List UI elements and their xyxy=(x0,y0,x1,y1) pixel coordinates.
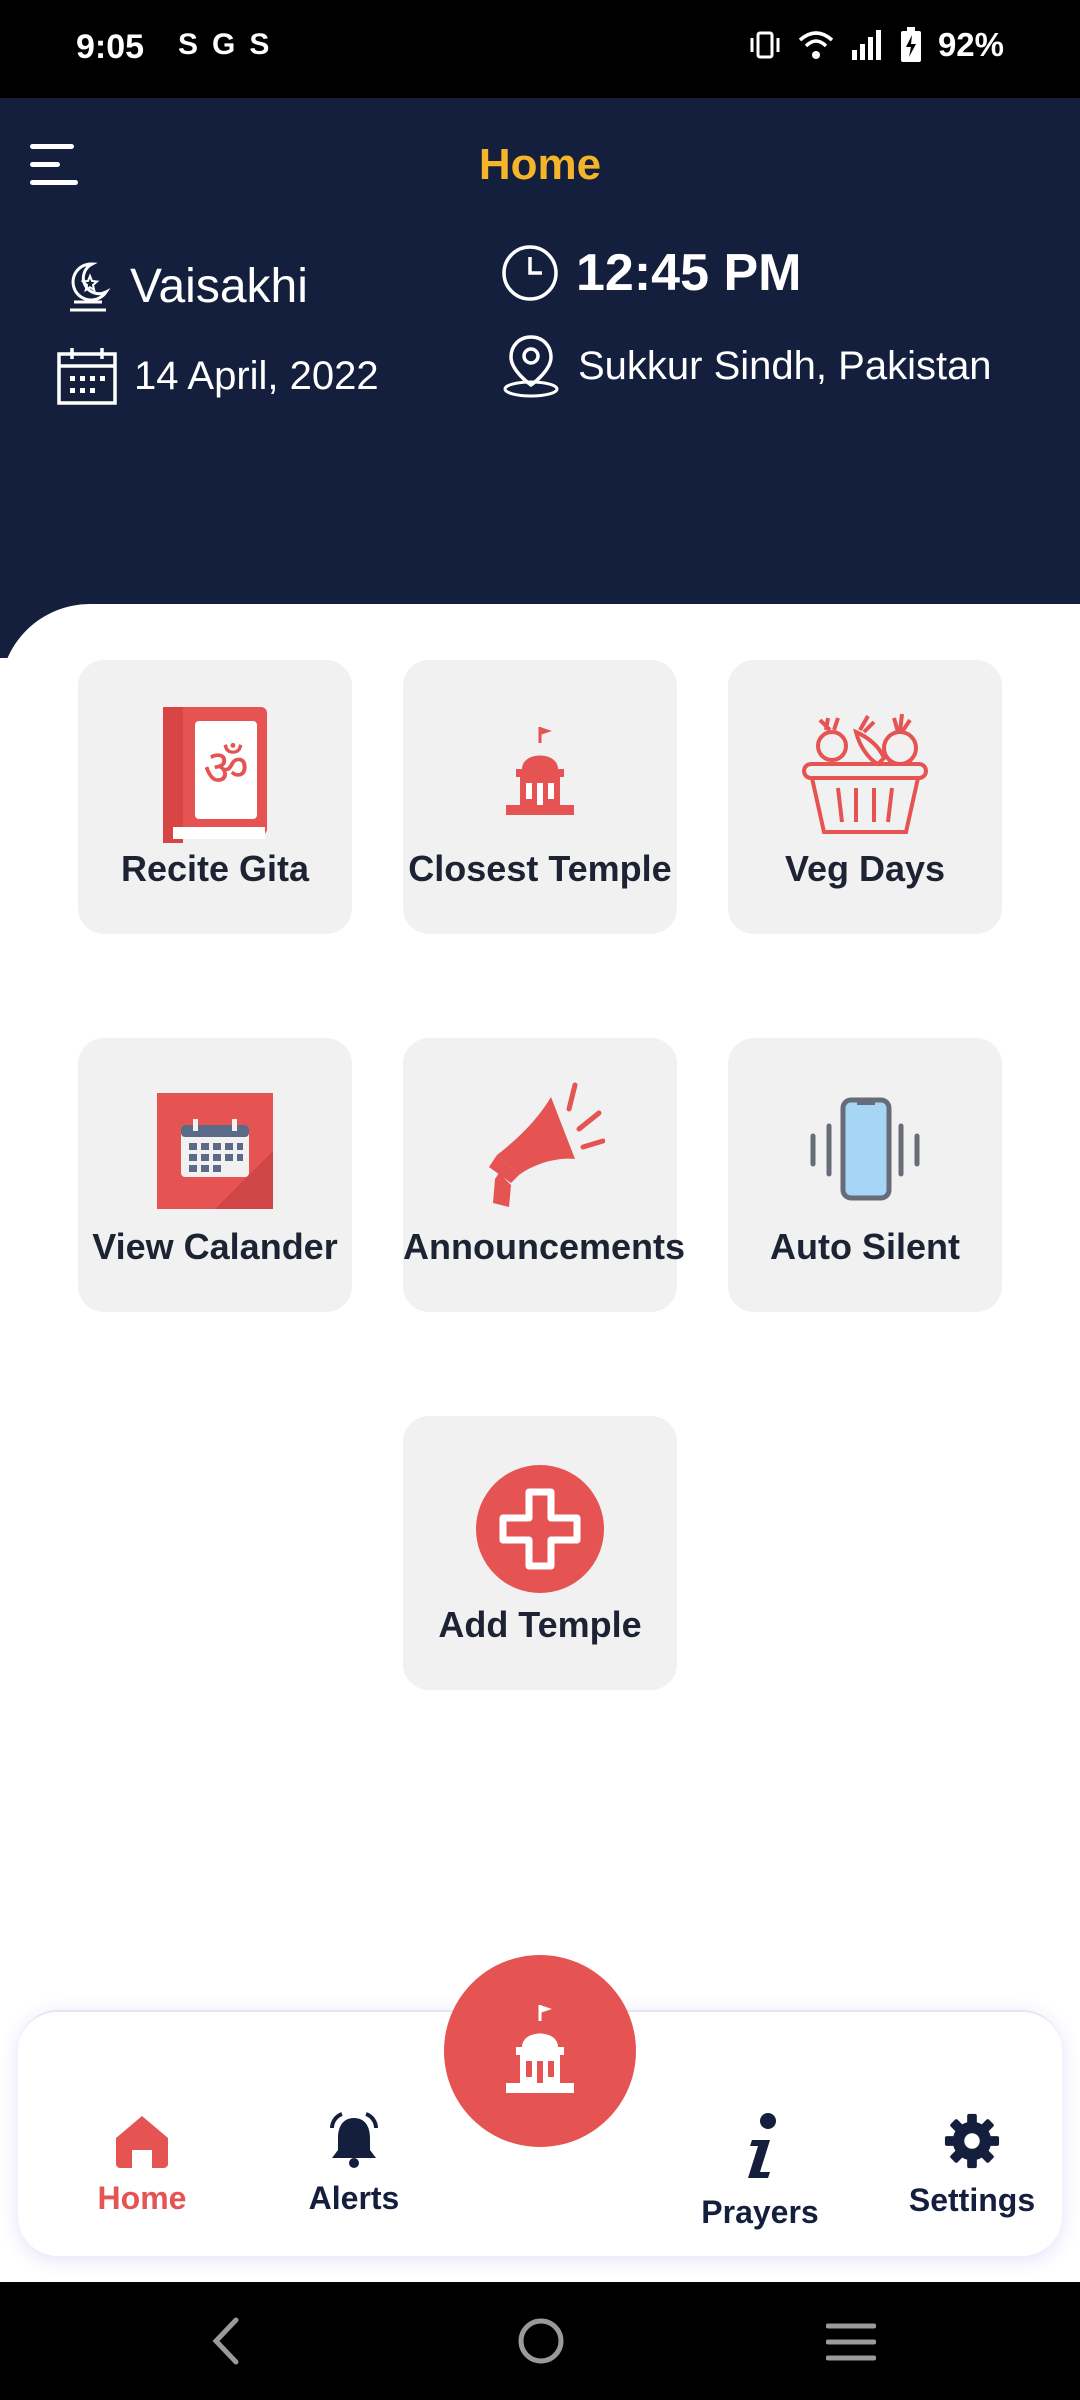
notification-icons: S G S xyxy=(178,28,269,62)
recite-gita-tile[interactable]: ॐ Recite Gita xyxy=(78,660,352,934)
gear-icon xyxy=(944,2113,1000,2169)
nav-settings-label: Settings xyxy=(908,2182,1036,2218)
bell-icon xyxy=(330,2112,378,2168)
view-calendar-tile[interactable]: View Calander xyxy=(78,1038,352,1312)
om-book-icon: ॐ xyxy=(78,698,352,848)
date-info: 14 April, 2022 xyxy=(56,346,379,406)
system-navigation-bar xyxy=(0,2282,1080,2400)
temple-icon xyxy=(403,698,677,848)
announcements-label: Announcements xyxy=(403,1226,686,1267)
temple-fab-button[interactable] xyxy=(444,1955,636,2147)
circle-home-icon[interactable] xyxy=(516,2316,566,2366)
google-icon: G xyxy=(212,28,236,61)
moon-star-icon xyxy=(70,262,111,312)
recents-icon[interactable] xyxy=(826,2320,876,2364)
location-info: Sukkur Sindh, Pakistan xyxy=(500,333,992,399)
veg-days-tile[interactable]: Veg Days xyxy=(728,660,1002,934)
wifi-icon xyxy=(798,31,834,59)
back-icon[interactable] xyxy=(206,2316,246,2366)
notification-s-icon: S xyxy=(178,28,199,61)
veg-days-label: Veg Days xyxy=(784,848,946,889)
megaphone-icon xyxy=(403,1076,677,1226)
plus-icon xyxy=(403,1454,677,1604)
status-bar: 9:05 S G S 92% xyxy=(0,0,1080,98)
nav-home-label: Home xyxy=(97,2180,187,2216)
announcements-tile[interactable]: Announcements xyxy=(403,1038,686,1312)
nav-prayers-label: Prayers xyxy=(701,2194,819,2230)
current-date: 14 April, 2022 xyxy=(134,353,379,398)
nav-prayers[interactable]: Prayers xyxy=(670,2112,850,2231)
status-time: 9:05 xyxy=(76,28,145,66)
signal-icon xyxy=(851,30,881,60)
temple-icon xyxy=(506,2005,574,2093)
festival-name: Vaisakhi xyxy=(130,259,308,313)
battery-icon xyxy=(900,27,921,62)
notification-s-icon: S xyxy=(249,28,270,61)
current-time: 12:45 PM xyxy=(576,244,802,302)
header: Home Vaisakhi 14 April, 2022 12:45 PM Su… xyxy=(0,98,1080,658)
vibrating-phone-icon xyxy=(728,1076,1002,1226)
calendar-icon xyxy=(57,348,117,405)
current-location: Sukkur Sindh, Pakistan xyxy=(578,343,992,388)
nav-settings[interactable]: Settings xyxy=(882,2112,1062,2219)
view-calendar-label: View Calander xyxy=(92,1226,338,1267)
add-temple-label: Add Temple xyxy=(438,1604,642,1645)
auto-silent-tile[interactable]: Auto Silent xyxy=(728,1038,1002,1312)
battery-percentage: 92% xyxy=(937,26,1004,63)
time-info: 12:45 PM xyxy=(500,243,801,303)
calendar-grid-icon xyxy=(78,1076,352,1226)
nav-alerts-label: Alerts xyxy=(308,2180,400,2216)
page-title: Home xyxy=(478,140,602,189)
festival-info: Vaisakhi xyxy=(62,258,308,314)
closest-temple-tile[interactable]: Closest Temple xyxy=(403,660,677,934)
status-right: 92% xyxy=(748,26,1004,64)
info-icon xyxy=(748,2113,776,2178)
auto-silent-label: Auto Silent xyxy=(770,1226,960,1267)
location-pin-icon xyxy=(503,335,559,398)
vegetable-basket-icon xyxy=(728,698,1002,848)
add-temple-tile[interactable]: Add Temple xyxy=(403,1416,677,1690)
clock-icon xyxy=(502,245,558,301)
home-icon xyxy=(116,2116,168,2168)
svg-text:ॐ: ॐ xyxy=(203,739,249,797)
closest-temple-label: Closest Temple xyxy=(408,848,672,889)
recite-gita-label: Recite Gita xyxy=(120,848,310,889)
nav-home[interactable]: Home xyxy=(52,2112,232,2217)
nav-alerts[interactable]: Alerts xyxy=(264,2112,444,2217)
vibrate-icon xyxy=(750,31,780,59)
